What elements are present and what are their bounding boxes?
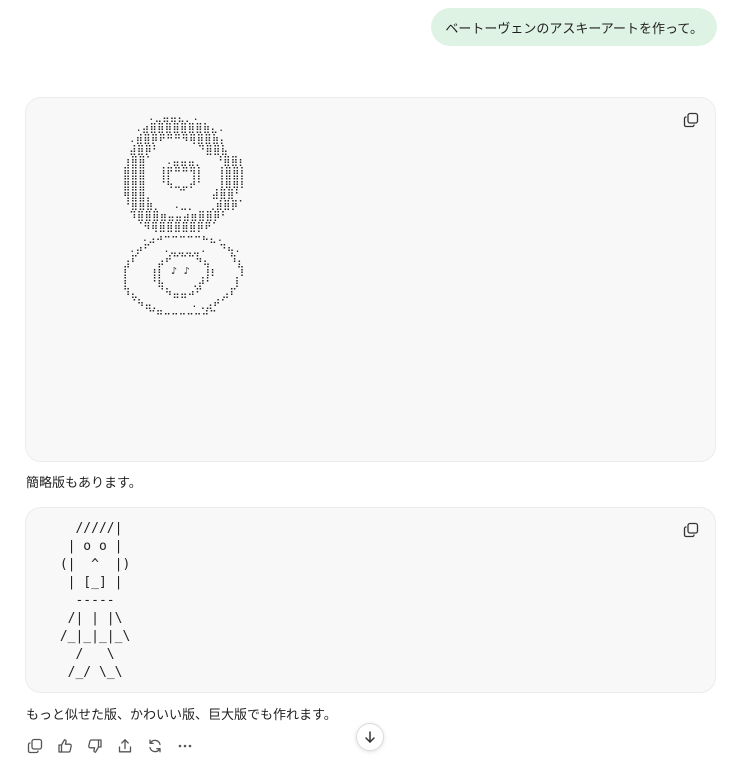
code-block-ascii-art: .⣀⣤⣤⣄⡀. .⣴⣿⣿⣿⣿⣿⣿⣿⣷⣄. .⣾⣿⡿⠟⠛⠛⠻⢿⣿⣿⣷⡄ ⣼⣿⡿⠃ … <box>25 97 716 462</box>
copy-icon <box>27 738 43 754</box>
copy-icon <box>683 112 699 128</box>
copy-code-button[interactable] <box>679 518 703 542</box>
ascii-art-beethoven: .⣀⣤⣤⣄⡀. .⣴⣿⣿⣿⣿⣿⣿⣿⣷⣄. .⣾⣿⡿⠟⠛⠛⠻⢿⣿⣿⣷⡄ ⣼⣿⡿⠃ … <box>122 112 248 321</box>
thumbs-down-icon <box>88 739 102 753</box>
more-icon <box>178 744 192 748</box>
share-icon <box>118 739 132 753</box>
assistant-paragraph: もっと似せた版、かわいい版、巨大版でも作れます。 <box>26 708 337 723</box>
more-options-button[interactable] <box>174 735 196 757</box>
thumbs-down-button[interactable] <box>84 735 106 757</box>
assistant-paragraph: 簡略版もあります。 <box>26 476 142 491</box>
refresh-icon <box>149 739 161 753</box>
share-button[interactable] <box>114 735 136 757</box>
copy-icon <box>683 522 699 538</box>
regenerate-button[interactable] <box>144 735 166 757</box>
user-message-text: ベートーヴェンのアスキーアートを作って。 <box>445 21 703 37</box>
scroll-to-bottom-button[interactable] <box>356 723 384 751</box>
arrow-down-icon <box>365 731 375 743</box>
ascii-art-simple: /////| | o o | (| ^ |) | [_] | ----- /| … <box>59 521 131 680</box>
user-message-bubble: ベートーヴェンのアスキーアートを作って。 <box>431 8 717 46</box>
copy-message-button[interactable] <box>24 735 46 757</box>
thumbs-up-icon <box>58 739 72 753</box>
thumbs-up-button[interactable] <box>54 735 76 757</box>
message-actions-bar <box>24 735 196 757</box>
code-block-simple-art: /////| | o o | (| ^ |) | [_] | ----- /| … <box>25 507 716 693</box>
copy-code-button[interactable] <box>679 108 703 132</box>
